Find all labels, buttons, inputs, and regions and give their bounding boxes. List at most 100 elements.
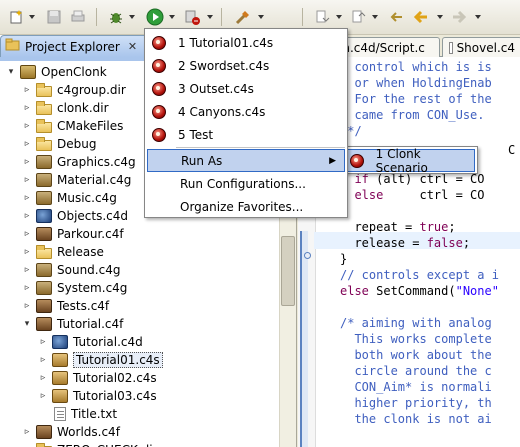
menu-item[interactable]: Run Configurations... — [147, 172, 345, 195]
code-line: For the rest of the — [340, 91, 491, 107]
external-tools-icon[interactable] — [184, 8, 202, 26]
breakpoint-marker-icon[interactable] — [304, 252, 311, 259]
forward-icon[interactable] — [450, 8, 468, 26]
collapsed-arrow-icon[interactable]: ▹ — [22, 157, 32, 167]
menu-item-label: 1 Tutorial01.c4s — [178, 35, 274, 50]
collapsed-arrow-icon[interactable]: ▹ — [38, 337, 48, 347]
tree-item[interactable]: ▹ Tests.c4f — [22, 297, 109, 315]
tree-item-label: Worlds.c4f — [57, 425, 120, 439]
back-dropdown-arrow[interactable] — [437, 15, 443, 19]
print-icon[interactable] — [69, 8, 87, 26]
menu-item[interactable]: 3 Outset.c4s — [147, 77, 345, 100]
tree-item[interactable]: ▾ Tutorial.c4f — [22, 315, 123, 333]
close-icon[interactable]: ✕ — [128, 40, 137, 53]
menu-item[interactable]: Organize Favorites... — [147, 195, 345, 218]
run-as-submenu: 1 Clonk Scenario — [341, 146, 478, 175]
collapsed-arrow-icon[interactable]: ▹ — [22, 193, 32, 203]
tree-item[interactable]: ▹ Debug — [22, 135, 96, 153]
new-dropdown-arrow[interactable] — [29, 15, 35, 19]
menu-item-label: Run As — [181, 153, 223, 168]
code-line: /* aiming with analog — [340, 315, 492, 331]
tree-item[interactable]: ▹ Worlds.c4f — [22, 423, 120, 441]
c4f-icon — [36, 227, 52, 241]
collapsed-arrow-icon[interactable]: ▹ — [22, 265, 32, 275]
next-annotation-icon[interactable] — [313, 8, 331, 26]
collapsed-arrow-icon[interactable]: ▹ — [22, 85, 32, 95]
c4g-icon — [36, 191, 52, 205]
c4f-icon — [36, 317, 52, 331]
tree-item[interactable]: ▹ Graphics.c4g — [22, 153, 136, 171]
back-icon[interactable] — [412, 8, 430, 26]
expanded-arrow-icon[interactable]: ▾ — [22, 319, 32, 329]
tools-icon[interactable] — [234, 8, 252, 26]
next-annotation-dropdown[interactable] — [336, 15, 342, 19]
tree-item[interactable]: ▹ System.c4g — [22, 279, 127, 297]
tree-item[interactable]: ▹ Sound.c4g — [22, 261, 120, 279]
tools-dropdown-arrow[interactable] — [258, 15, 264, 19]
tab-shovel[interactable]: Shovel.c4 — [442, 37, 520, 57]
prev-annotation-dropdown[interactable] — [372, 15, 378, 19]
code-token: ctrl = CO — [383, 188, 485, 202]
tree-item[interactable]: ▹ Tutorial.c4d — [38, 333, 143, 351]
menu-item-clonk-scenario[interactable]: 1 Clonk Scenario — [344, 146, 475, 175]
collapsed-arrow-icon[interactable]: ▹ — [22, 427, 32, 437]
menu-item[interactable]: 4 Canyons.c4s — [147, 100, 345, 123]
menu-item-label: 1 Clonk Scenario — [375, 146, 428, 175]
menu-item[interactable]: 2 Swordset.c4s — [147, 54, 345, 77]
scrollbar-thumb[interactable] — [281, 236, 295, 306]
collapsed-arrow-icon[interactable]: ▹ — [38, 355, 48, 365]
prev-annotation-icon[interactable] — [349, 8, 367, 26]
collapsed-arrow-icon[interactable]: ▹ — [22, 175, 32, 185]
c4g-icon — [36, 155, 52, 169]
tree-item-label: System.c4g — [57, 281, 128, 295]
collapsed-arrow-icon[interactable]: ▹ — [22, 139, 32, 149]
run-icon[interactable] — [146, 8, 164, 26]
tree-item[interactable]: ▹ Material.c4g — [22, 171, 131, 189]
toolbar-separator — [302, 8, 303, 26]
collapsed-arrow-icon[interactable]: ▹ — [22, 229, 32, 239]
tree-item[interactable]: ▹ Parkour.c4f — [22, 225, 124, 243]
tree-item[interactable]: ▹ Tutorial03.c4s — [38, 387, 157, 405]
forward-dropdown-arrow[interactable] — [475, 15, 481, 19]
code-token: This works complete — [340, 332, 492, 346]
tree-item[interactable]: Title.txt — [38, 405, 117, 423]
menu-item[interactable]: 1 Tutorial01.c4s — [147, 31, 345, 54]
new-wizard-icon[interactable] — [8, 8, 26, 26]
tree-item[interactable]: ▹ Release — [22, 243, 104, 261]
tree-item[interactable]: ▹ clonk.dir — [22, 99, 109, 117]
debug-dropdown-arrow[interactable] — [129, 15, 135, 19]
code-token: // controls except a i — [340, 268, 499, 282]
collapsed-arrow-icon[interactable]: ▹ — [38, 391, 48, 401]
tree-item[interactable]: ▹ CMakeFiles — [22, 117, 123, 135]
menu-item-label: Organize Favorites... — [180, 199, 304, 214]
tree-item[interactable]: ▹ Music.c4g — [22, 189, 117, 207]
collapsed-arrow-icon[interactable]: ▹ — [22, 301, 32, 311]
collapsed-arrow-icon[interactable]: ▹ — [22, 211, 32, 221]
tree-item[interactable]: ▹ Objects.c4d — [22, 207, 128, 225]
menu-item[interactable]: Run As ▶ — [147, 149, 345, 172]
tree-item[interactable]: ▹ Tutorial01.c4s — [38, 351, 163, 369]
tree-item[interactable]: ▹ c4group.dir — [22, 81, 126, 99]
debug-icon[interactable] — [107, 8, 125, 26]
tree-item[interactable]: ▾ OpenClonk — [6, 63, 107, 81]
run-dropdown-arrow[interactable] — [169, 15, 175, 19]
last-edit-icon[interactable] — [387, 8, 405, 26]
menu-item[interactable]: 5 Test — [147, 123, 345, 146]
collapsed-arrow-icon[interactable]: ▹ — [22, 247, 32, 257]
tree-item[interactable]: ▹ Tutorial02.c4s — [38, 369, 157, 387]
code-fragment: C — [508, 143, 516, 157]
expanded-arrow-icon[interactable]: ▾ — [6, 67, 16, 77]
collapsed-arrow-icon[interactable]: ▹ — [38, 373, 48, 383]
collapsed-arrow-icon[interactable]: ▹ — [22, 283, 32, 293]
collapsed-arrow-icon[interactable]: ▹ — [22, 121, 32, 131]
tree-item[interactable]: ▹ZERO_CHECK.dir — [22, 441, 158, 447]
tree-item-label: Debug — [57, 137, 97, 151]
save-icon[interactable] — [45, 8, 63, 26]
external-tools-dropdown-arrow[interactable] — [207, 15, 213, 19]
code-token: CON_Aim* is normali — [340, 380, 492, 394]
collapsed-arrow-icon[interactable]: ▹ — [22, 103, 32, 113]
tree-item-label: Tutorial03.c4s — [73, 389, 157, 403]
project-explorer-tab[interactable]: Project Explorer ✕ — [0, 35, 150, 57]
menu-item-label: 3 Outset.c4s — [178, 81, 254, 96]
